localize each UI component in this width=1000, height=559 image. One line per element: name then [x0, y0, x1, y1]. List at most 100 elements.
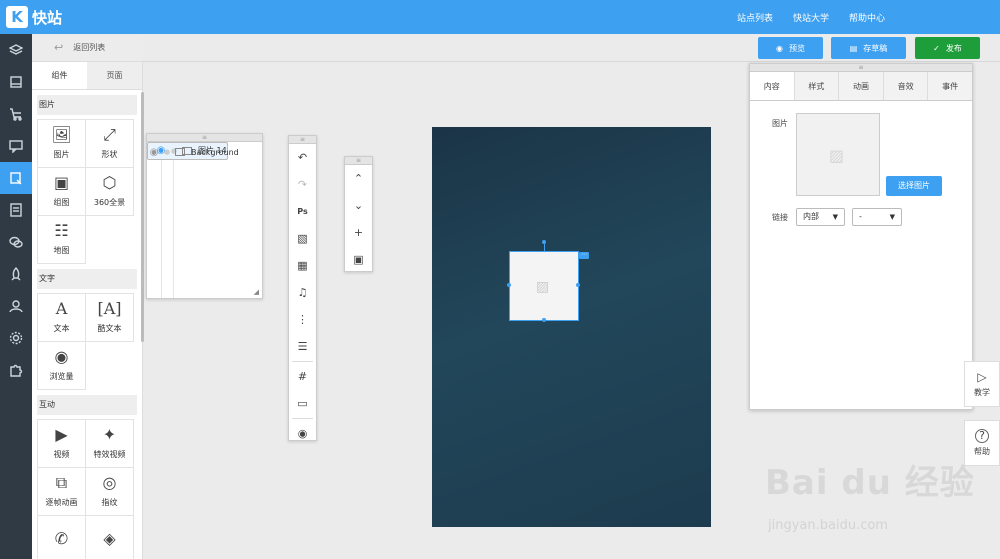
link-target-select[interactable]: - ▼ [852, 208, 902, 226]
nav-site-list[interactable]: 站点列表 [737, 11, 773, 24]
video-tutorial-icon: ▷ [977, 370, 987, 384]
component-gallery[interactable]: ▣ 组图 [38, 168, 86, 216]
tab-sound[interactable]: 音效 [883, 72, 929, 100]
back-arrow-icon: ↩ [54, 41, 64, 54]
tab-pages[interactable]: 页面 [87, 62, 142, 89]
preview-button[interactable]: ◉ 预览 [758, 37, 823, 59]
component-views[interactable]: ◉ 浏览量 [38, 342, 86, 390]
lock-icon[interactable]: ● [161, 148, 173, 156]
component-text[interactable]: A 文本 [38, 294, 86, 342]
cart-icon[interactable] [0, 98, 32, 130]
layers-icon[interactable] [0, 34, 32, 66]
link-type-select[interactable]: 内部 ▼ [796, 208, 845, 226]
component-effect-video[interactable]: ✦ 特效视频 [86, 420, 134, 468]
drag-handle[interactable]: ≡ [147, 134, 262, 142]
component-fingerprint[interactable]: ◎ 指纹 [86, 468, 134, 516]
more-vertical-icon[interactable]: ⋮ [289, 306, 316, 333]
drag-handle[interactable]: ≡ [345, 157, 372, 165]
component-cool-text[interactable]: [A] 酷文本 [86, 294, 134, 342]
visibility-icon[interactable]: ◉ [147, 147, 161, 158]
page-canvas[interactable]: ▨ ⋯ [432, 127, 711, 527]
device-icon[interactable]: ▭ [289, 390, 316, 417]
image-icon: 🖼︎ [51, 125, 72, 144]
image-preview[interactable]: ▨ [796, 113, 880, 196]
redo-icon[interactable]: ↷ [289, 171, 316, 198]
component-frame-animation[interactable]: ⧉ 逐帧动画 [38, 468, 86, 516]
image-field-label: 图片 [772, 119, 788, 128]
user-icon[interactable] [0, 290, 32, 322]
eye-icon: ◉ [54, 347, 69, 366]
component-panorama[interactable]: ⬡ 360全景 [86, 168, 134, 216]
list-icon[interactable] [0, 194, 32, 226]
tab-animation[interactable]: 动画 [839, 72, 884, 100]
component-video[interactable]: ▶ 视频 [38, 420, 86, 468]
chat-icon[interactable] [0, 130, 32, 162]
check-icon: ✓ [933, 43, 940, 53]
rocket-icon[interactable] [0, 258, 32, 290]
fit-frame-icon[interactable]: ▣ [345, 246, 372, 273]
resize-handle[interactable] [576, 283, 580, 287]
component-phone[interactable]: ✆ [38, 516, 86, 559]
photoshop-import-icon[interactable]: Ps [289, 198, 316, 225]
category-interact-title: 互动 [37, 395, 137, 415]
publish-button[interactable]: ✓ 发布 [915, 37, 980, 59]
divider [292, 361, 313, 362]
resize-handle[interactable] [542, 318, 546, 322]
add-icon[interactable]: + [345, 219, 372, 246]
component-map[interactable]: ☷ 地图 [38, 216, 86, 264]
wechat-icon[interactable] [0, 226, 32, 258]
component-coupon[interactable]: ◈ [86, 516, 134, 559]
nav-university[interactable]: 快站大学 [793, 11, 829, 24]
component-scrollbar[interactable] [141, 92, 144, 342]
list-icon[interactable]: ☰ [289, 333, 316, 360]
text-icon: A [55, 299, 68, 318]
layer-row[interactable]: ◉ ● Background [147, 142, 262, 162]
back-to-list[interactable]: ↩ 返回列表 [32, 34, 143, 62]
grid-icon[interactable]: # [289, 363, 316, 390]
choose-image-button[interactable]: 选择图片 [886, 176, 942, 196]
side-nav [0, 34, 32, 559]
tab-style[interactable]: 样式 [794, 72, 840, 100]
tab-content[interactable]: 内容 [750, 72, 795, 100]
layer-divider [173, 142, 174, 298]
resize-handle[interactable] [507, 283, 511, 287]
top-bar: K 快站 站点列表 快站大学 帮助中心 [0, 0, 1000, 34]
component-image[interactable]: 🖼︎ 图片 [38, 120, 86, 168]
tab-event[interactable]: 事件 [928, 72, 972, 100]
tutorial-button[interactable]: ▷ 教学 [964, 361, 1000, 407]
gear-icon[interactable] [0, 322, 32, 354]
move-down-icon[interactable]: ⌄ [345, 192, 372, 219]
eye-icon[interactable]: ◉ [289, 420, 316, 447]
fingerprint-icon: ◎ [102, 473, 117, 492]
nav-help-center[interactable]: 帮助中心 [849, 11, 885, 24]
component-shape[interactable]: ⤢ 形状 [86, 120, 134, 168]
caret-down-icon: ▼ [889, 213, 895, 221]
undo-icon[interactable]: ↶ [289, 144, 316, 171]
page-import-icon[interactable]: ▧ [289, 225, 316, 252]
tab-components[interactable]: 组件 [32, 62, 87, 89]
puzzle-icon[interactable] [0, 354, 32, 386]
cube-icon: ⬡ [102, 173, 117, 192]
edit-page-icon[interactable] [0, 162, 32, 194]
element-menu-icon[interactable]: ⋯ [579, 252, 589, 259]
selected-image-element[interactable]: ▨ ⋯ [507, 240, 589, 322]
page-icon[interactable] [0, 66, 32, 98]
gallery-icon: ▣ [53, 173, 70, 192]
app-title: 快站 [32, 8, 63, 27]
frames-icon: ⧉ [55, 473, 68, 492]
drag-handle[interactable]: ≡ [289, 136, 316, 144]
logo[interactable]: K 快站 [6, 6, 62, 28]
floppy-icon: ▤ [849, 43, 858, 53]
move-up-icon[interactable]: ⌃ [345, 165, 372, 192]
effect-play-icon: ✦ [102, 425, 117, 444]
tool-strip: ≡ ↶ ↷ Ps ▧ ▦ ♫ ⋮ ☰ # ▭ ◉ [288, 135, 317, 441]
image-placeholder-icon: ▨ [536, 279, 550, 295]
drag-handle[interactable]: ≡ [750, 64, 972, 72]
logo-mark-icon: K [6, 6, 28, 28]
component-panel: 组件 页面 图片 🖼︎ 图片 ⤢ 形状 ▣ 组图 ⬡ 360全景 ☷ 地图 文字 A 文本 … [32, 62, 143, 559]
save-draft-button[interactable]: ▤ 存草稿 [831, 37, 906, 59]
resize-handle-icon[interactable]: ◢ [254, 288, 259, 296]
background-pattern-icon[interactable]: ▦ [289, 252, 316, 279]
play-icon: ▶ [55, 425, 68, 444]
music-icon[interactable]: ♫ [289, 279, 316, 306]
